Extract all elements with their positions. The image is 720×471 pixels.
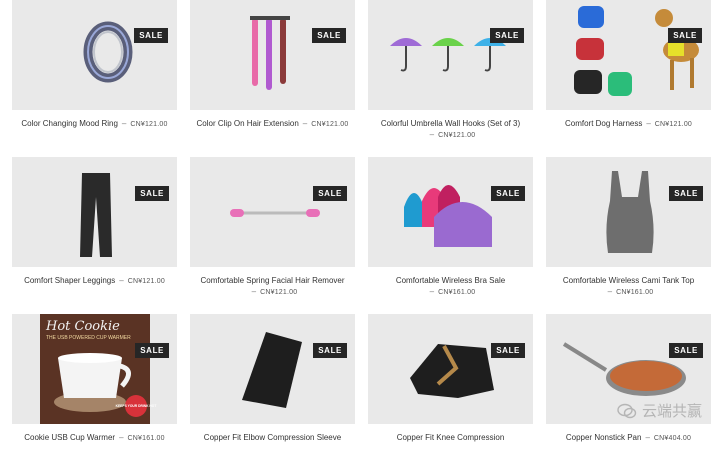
product-title[interactable]: Comfortable Wireless Cami Tank Top <box>563 276 694 285</box>
product-price: CN¥161.00 <box>127 435 165 442</box>
price-separator: – <box>302 119 308 128</box>
product-card[interactable]: SALE Comfortable Wireless Cami Tank Top –… <box>546 157 711 314</box>
sale-badge: SALE <box>668 28 702 43</box>
sale-badge: SALE <box>669 186 703 201</box>
sale-badge: SALE <box>135 343 169 358</box>
product-info: Copper Fit Knee Compression <box>368 432 533 443</box>
product-info: Color Changing Mood Ring – CN¥121.00 <box>12 118 177 130</box>
sale-badge: SALE <box>491 343 525 358</box>
product-price: CN¥121.00 <box>438 132 476 139</box>
product-info: Comfortable Wireless Cami Tank Top – CN¥16… <box>546 275 711 298</box>
product-card[interactable]: SALE Copper Fit Knee Compression <box>368 314 533 471</box>
sale-badge: SALE <box>491 186 525 201</box>
box-subtitle: THE USB POWERED CUP WARMER <box>46 335 131 341</box>
tank-top-icon <box>606 171 654 253</box>
product-title[interactable]: Comfortable Spring Facial Hair Remover <box>200 276 344 285</box>
product-title[interactable]: Comfortable Wireless Bra Sale <box>396 276 505 285</box>
product-info: Color Clip On Hair Extension – CN¥121.00 <box>190 118 355 130</box>
product-image[interactable]: SALE <box>546 157 711 267</box>
product-price: CN¥121.00 <box>260 289 298 296</box>
price-separator: – <box>429 287 435 296</box>
price-separator: – <box>119 433 124 442</box>
leggings-icon <box>80 173 112 257</box>
product-info: Colorful Umbrella Wall Hooks (Set of 3) –… <box>368 118 533 141</box>
product-title[interactable]: Colorful Umbrella Wall Hooks (Set of 3) <box>381 119 520 128</box>
product-grid: SALE Color Changing Mood Ring – CN¥121.00 … <box>12 0 711 471</box>
product-price: CN¥161.00 <box>438 289 476 296</box>
elbow-sleeve-icon <box>242 332 302 408</box>
dog-harness-icon <box>574 6 699 96</box>
sale-badge: SALE <box>312 28 346 43</box>
product-title[interactable]: Comfort Dog Harness <box>565 119 642 128</box>
product-card[interactable]: SALE Copper Fit Elbow Compression Sleeve <box>190 314 355 471</box>
product-info: Comfort Shaper Leggings – CN¥121.00 <box>12 275 177 287</box>
sale-badge: SALE <box>313 186 347 201</box>
product-price: CN¥121.00 <box>130 121 168 128</box>
product-info: Comfort Dog Harness – CN¥121.00 <box>546 118 711 130</box>
price-separator: – <box>646 119 651 128</box>
product-title[interactable]: Cookie USB Cup Warmer <box>24 433 115 442</box>
price-separator: – <box>429 130 435 139</box>
product-info: Cookie USB Cup Warmer – CN¥161.00 <box>12 432 177 444</box>
product-price: CN¥121.00 <box>311 121 349 128</box>
price-separator: – <box>119 276 124 285</box>
product-card[interactable]: SALE Comfort Shaper Leggings – CN¥121.00 <box>12 157 177 314</box>
product-card[interactable]: SALE Comfortable Spring Facial Hair Remo… <box>190 157 355 314</box>
price-separator: – <box>251 287 257 296</box>
product-image[interactable]: SALE <box>368 157 533 267</box>
product-card[interactable]: SALE Color Changing Mood Ring – CN¥121.00 <box>12 0 177 157</box>
product-title[interactable]: Copper Fit Elbow Compression Sleeve <box>204 433 341 442</box>
knee-sleeve-icon <box>410 344 494 398</box>
product-card[interactable]: SALE Color Clip On Hair Extension – CN¥121… <box>190 0 355 157</box>
price-separator: – <box>121 119 127 128</box>
box-tag: KEEPS YOUR DRINK HOT <box>116 404 157 408</box>
product-info: Comfortable Wireless Bra Sale – CN¥161.00 <box>368 275 533 298</box>
umbrella-hooks-icon <box>390 38 506 72</box>
product-card[interactable]: SALE Comfortable Wireless Bra Sale – CN¥16… <box>368 157 533 314</box>
product-image[interactable]: SALE <box>12 0 177 110</box>
price-separator: – <box>607 287 613 296</box>
watermark-text: 云端共赢 <box>641 403 702 420</box>
product-image[interactable]: SALE <box>190 0 355 110</box>
hair-remover-icon <box>230 209 320 217</box>
product-title[interactable]: Color Changing Mood Ring <box>21 119 118 128</box>
ring-icon <box>83 21 133 83</box>
cup-warmer-icon: Hot Cookie THE USB POWERED CUP WARMER KE… <box>40 314 157 424</box>
sale-badge: SALE <box>490 28 524 43</box>
bra-icon <box>404 185 492 247</box>
product-title[interactable]: Comfort Shaper Leggings <box>24 276 115 285</box>
product-price: CN¥161.00 <box>616 289 654 296</box>
product-card[interactable]: SALE Copper Nonstick Pan – CN¥404.00 <box>546 314 711 471</box>
product-image[interactable]: SALE <box>190 157 355 267</box>
product-card[interactable]: SALE Colorful Umbrella Wall Hooks (Set o… <box>368 0 533 157</box>
product-info: Copper Fit Elbow Compression Sleeve <box>190 432 355 443</box>
sale-badge: SALE <box>135 186 169 201</box>
watermark: 云端共赢 <box>617 400 702 421</box>
product-price: CN¥121.00 <box>127 278 165 285</box>
sale-badge: SALE <box>134 28 168 43</box>
product-image[interactable]: SALE <box>12 157 177 267</box>
product-price: CN¥404.00 <box>653 435 692 442</box>
box-title: Hot Cookie <box>45 319 120 334</box>
product-image[interactable]: SALE <box>368 0 533 110</box>
sale-badge: SALE <box>313 343 347 358</box>
product-title[interactable]: Color Clip On Hair Extension <box>197 119 299 128</box>
sale-badge: SALE <box>669 343 703 358</box>
wechat-icon <box>617 403 637 418</box>
product-image[interactable]: Hot Cookie THE USB POWERED CUP WARMER KE… <box>12 314 177 424</box>
hair-extension-icon <box>250 16 290 90</box>
product-info: Copper Nonstick Pan – CN¥404.00 <box>546 432 711 444</box>
product-title[interactable]: Copper Fit Knee Compression <box>397 433 505 442</box>
product-price: CN¥121.00 <box>654 121 693 128</box>
product-image[interactable]: SALE <box>546 0 711 110</box>
price-separator: – <box>645 433 650 442</box>
product-image[interactable]: SALE <box>368 314 533 424</box>
product-card[interactable]: SALE Comfort Dog Harness – CN¥121.00 <box>546 0 711 157</box>
product-image[interactable]: SALE <box>190 314 355 424</box>
product-title[interactable]: Copper Nonstick Pan <box>566 433 642 442</box>
product-info: Comfortable Spring Facial Hair Remover – C… <box>190 275 355 298</box>
product-card[interactable]: Hot Cookie THE USB POWERED CUP WARMER KE… <box>12 314 177 471</box>
